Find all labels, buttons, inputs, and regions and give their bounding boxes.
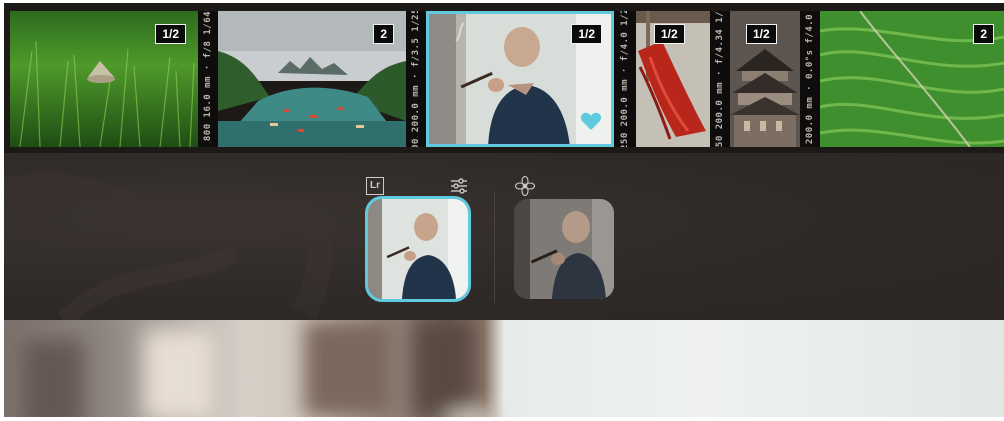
thumbnail-old-man-smoking[interactable]: 1/2 [426,11,614,147]
variant-divider [494,191,495,303]
film-edge: 200 200.0 mm · f/3.5 1/250 [406,11,426,147]
adjust-sliders-icon[interactable] [450,177,468,195]
preview-blur-image [24,320,503,417]
frame-count-badge: 1/2 [155,24,186,44]
film-edge: O 250 200.0 mm · f/4.0 1/250 [614,11,636,147]
film-edge: O 125 200.0 mm · 0.0°s f/4.0 1/250 [800,11,820,147]
variant-preview-image [368,199,468,299]
film-edge-text: O 250 200.0 mm · f/4.34 1/250 [715,11,725,147]
heart-icon[interactable] [580,111,602,131]
thumbnail-green-terraces[interactable]: 2 [820,11,1004,147]
thumbnail-red-chilies[interactable]: 1/2 [636,11,710,147]
thumbnail-river[interactable]: 2 [218,11,406,147]
frame-count-badge: 1/2 [654,24,685,44]
variant-preview-image [514,199,614,299]
film-edge: O 800 16.0 mm · f/8 1/640 [198,11,218,147]
photo-app: 1/2 O 800 16.0 mm · f/8 1/640 2 200 200.… [4,3,1004,417]
film-edge-text: O 800 16.0 mm · f/8 1/640 [203,11,213,147]
tray-background-pattern [4,173,334,320]
frame-count-badge: 2 [973,24,994,44]
flower-filter-icon[interactable] [515,176,535,196]
film-edge-text: O 250 200.0 mm · f/4.0 1/250 [620,11,630,147]
thumbnail-pagoda[interactable]: 1/2 [730,11,800,147]
thumbnail-rice-field[interactable]: 1/2 [10,11,198,147]
edit-tray: Lr [4,153,1004,320]
edit-variant-filter[interactable] [514,199,614,299]
film-edge-text: O 125 200.0 mm · 0.0°s f/4.0 1/250 [805,11,815,147]
frame-count-badge: 1/2 [571,24,602,44]
frame-count-badge: 1/2 [746,24,777,44]
film-edge-text: 200 200.0 mm · f/3.5 1/250 [411,11,421,147]
lightroom-badge-icon[interactable]: Lr [366,177,384,195]
frame-count-badge: 2 [373,24,394,44]
filmstrip: 1/2 O 800 16.0 mm · f/8 1/640 2 200 200.… [4,3,1004,153]
edit-variant-lightroom[interactable] [368,199,468,299]
film-edge: O 250 200.0 mm · f/4.34 1/250 [710,11,730,147]
large-photo-preview [4,320,1004,417]
